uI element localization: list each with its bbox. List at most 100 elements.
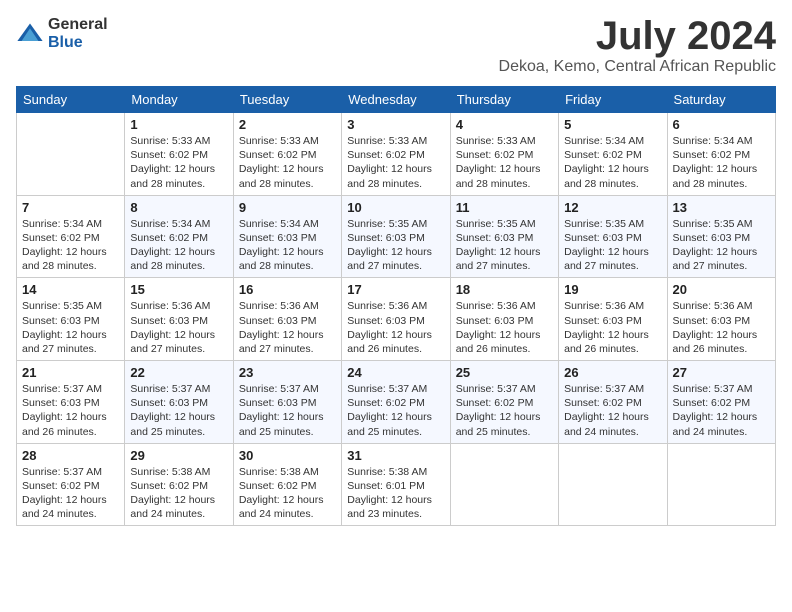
calendar-cell: 23Sunrise: 5:37 AM Sunset: 6:03 PM Dayli…: [233, 361, 341, 444]
calendar-cell: 8 Sunrise: 5:34 AM Sunset: 6:02 PM Daylig…: [125, 195, 233, 278]
calendar-week-row: 14 Sunrise: 5:35 AM Sunset: 6:03 PM Dayli…: [17, 278, 776, 361]
day-info: Sunrise: 5:35 AM Sunset: 6:03 PM Dayligh…: [564, 217, 661, 274]
day-number: 26: [564, 365, 661, 380]
day-info: Sunrise: 5:37 AM Sunset: 6:03 PM Dayligh…: [22, 382, 119, 439]
day-number: 11: [456, 200, 553, 215]
day-number: 1: [130, 117, 227, 132]
day-info: Sunrise: 5:36 AM Sunset: 6:03 PM Dayligh…: [456, 299, 553, 356]
calendar-cell: [450, 443, 558, 526]
calendar-table: SundayMondayTuesdayWednesdayThursdayFrid…: [16, 86, 776, 526]
calendar-cell: 3 Sunrise: 5:33 AM Sunset: 6:02 PM Daylig…: [342, 113, 450, 196]
day-number: 6: [673, 117, 770, 132]
weekday-header-friday: Friday: [559, 87, 667, 113]
day-number: 5: [564, 117, 661, 132]
day-number: 24: [347, 365, 444, 380]
day-info: Sunrise: 5:34 AM Sunset: 6:02 PM Dayligh…: [22, 217, 119, 274]
calendar-cell: 13Sunrise: 5:35 AM Sunset: 6:03 PM Dayli…: [667, 195, 775, 278]
calendar-week-row: 21 Sunrise: 5:37 AM Sunset: 6:03 PM Dayli…: [17, 361, 776, 444]
calendar-cell: 9 Sunrise: 5:34 AM Sunset: 6:03 PM Daylig…: [233, 195, 341, 278]
day-info: Sunrise: 5:35 AM Sunset: 6:03 PM Dayligh…: [673, 217, 770, 274]
calendar-cell: 22Sunrise: 5:37 AM Sunset: 6:03 PM Dayli…: [125, 361, 233, 444]
page-header: General Blue July 2024 Dekoa, Kemo, Cent…: [16, 16, 776, 76]
day-info: Sunrise: 5:33 AM Sunset: 6:02 PM Dayligh…: [239, 134, 336, 191]
day-number: 2: [239, 117, 336, 132]
weekday-header-monday: Monday: [125, 87, 233, 113]
calendar-cell: 5 Sunrise: 5:34 AM Sunset: 6:02 PM Daylig…: [559, 113, 667, 196]
location-title: Dekoa, Kemo, Central African Republic: [499, 58, 776, 76]
calendar-cell: 10 Sunrise: 5:35 AM Sunset: 6:03 PM Dayli…: [342, 195, 450, 278]
day-info: Sunrise: 5:34 AM Sunset: 6:02 PM Dayligh…: [564, 134, 661, 191]
day-info: Sunrise: 5:38 AM Sunset: 6:02 PM Dayligh…: [239, 465, 336, 522]
day-info: Sunrise: 5:36 AM Sunset: 6:03 PM Dayligh…: [673, 299, 770, 356]
day-number: 16: [239, 282, 336, 297]
calendar-cell: 31Sunrise: 5:38 AM Sunset: 6:01 PM Dayli…: [342, 443, 450, 526]
calendar-cell: [667, 443, 775, 526]
day-info: Sunrise: 5:34 AM Sunset: 6:03 PM Dayligh…: [239, 217, 336, 274]
calendar-cell: 12 Sunrise: 5:35 AM Sunset: 6:03 PM Dayli…: [559, 195, 667, 278]
calendar-cell: 1Sunrise: 5:33 AM Sunset: 6:02 PM Daylig…: [125, 113, 233, 196]
day-number: 18: [456, 282, 553, 297]
day-info: Sunrise: 5:35 AM Sunset: 6:03 PM Dayligh…: [456, 217, 553, 274]
day-number: 22: [130, 365, 227, 380]
calendar-cell: 11 Sunrise: 5:35 AM Sunset: 6:03 PM Dayli…: [450, 195, 558, 278]
day-info: Sunrise: 5:33 AM Sunset: 6:02 PM Dayligh…: [347, 134, 444, 191]
day-info: Sunrise: 5:35 AM Sunset: 6:03 PM Dayligh…: [22, 299, 119, 356]
day-number: 31: [347, 448, 444, 463]
weekday-header-wednesday: Wednesday: [342, 87, 450, 113]
day-number: 21: [22, 365, 119, 380]
day-info: Sunrise: 5:36 AM Sunset: 6:03 PM Dayligh…: [130, 299, 227, 356]
day-number: 8: [130, 200, 227, 215]
calendar-cell: 24 Sunrise: 5:37 AM Sunset: 6:02 PM Dayli…: [342, 361, 450, 444]
day-info: Sunrise: 5:34 AM Sunset: 6:02 PM Dayligh…: [130, 217, 227, 274]
day-info: Sunrise: 5:34 AM Sunset: 6:02 PM Dayligh…: [673, 134, 770, 191]
day-number: 29: [130, 448, 227, 463]
day-number: 27: [673, 365, 770, 380]
calendar-week-row: 1 Sunrise: 5:33 AM Sunset: 6:02 PM Daylig…: [17, 113, 776, 196]
day-number: 3: [347, 117, 444, 132]
calendar-cell: 6 Sunrise: 5:34 AM Sunset: 6:02 PM Daylig…: [667, 113, 775, 196]
logo-blue: Blue: [48, 34, 108, 52]
weekday-header-sunday: Sunday: [17, 87, 125, 113]
day-number: 15: [130, 282, 227, 297]
calendar-cell: 30 Sunrise: 5:38 AM Sunset: 6:02 PM Dayli…: [233, 443, 341, 526]
calendar-cell: 14 Sunrise: 5:35 AM Sunset: 6:03 PM Dayli…: [17, 278, 125, 361]
day-number: 10: [347, 200, 444, 215]
day-number: 25: [456, 365, 553, 380]
calendar-cell: 26 Sunrise: 5:37 AM Sunset: 6:02 PM Dayli…: [559, 361, 667, 444]
calendar-cell: 7 Sunrise: 5:34 AM Sunset: 6:02 PM Daylig…: [17, 195, 125, 278]
day-info: Sunrise: 5:35 AM Sunset: 6:03 PM Dayligh…: [347, 217, 444, 274]
logo-general: General: [48, 16, 108, 34]
day-number: 28: [22, 448, 119, 463]
weekday-header-tuesday: Tuesday: [233, 87, 341, 113]
day-number: 23: [239, 365, 336, 380]
day-number: 19: [564, 282, 661, 297]
day-info: Sunrise: 5:37 AM Sunset: 6:02 PM Dayligh…: [347, 382, 444, 439]
logo: General Blue: [16, 16, 108, 51]
calendar-week-row: 28Sunrise: 5:37 AM Sunset: 6:02 PM Dayli…: [17, 443, 776, 526]
calendar-week-row: 7 Sunrise: 5:34 AM Sunset: 6:02 PM Daylig…: [17, 195, 776, 278]
weekday-header-saturday: Saturday: [667, 87, 775, 113]
calendar-cell: 15 Sunrise: 5:36 AM Sunset: 6:03 PM Dayli…: [125, 278, 233, 361]
calendar-cell: 20 Sunrise: 5:36 AM Sunset: 6:03 PM Dayli…: [667, 278, 775, 361]
day-number: 17: [347, 282, 444, 297]
title-area: July 2024 Dekoa, Kemo, Central African R…: [499, 16, 776, 76]
calendar-cell: 21 Sunrise: 5:37 AM Sunset: 6:03 PM Dayli…: [17, 361, 125, 444]
day-number: 20: [673, 282, 770, 297]
day-info: Sunrise: 5:37 AM Sunset: 6:02 PM Dayligh…: [456, 382, 553, 439]
day-info: Sunrise: 5:37 AM Sunset: 6:02 PM Dayligh…: [564, 382, 661, 439]
calendar-cell: 2 Sunrise: 5:33 AM Sunset: 6:02 PM Daylig…: [233, 113, 341, 196]
day-info: Sunrise: 5:36 AM Sunset: 6:03 PM Dayligh…: [239, 299, 336, 356]
day-number: 4: [456, 117, 553, 132]
calendar-cell: [17, 113, 125, 196]
calendar-cell: 18 Sunrise: 5:36 AM Sunset: 6:03 PM Dayli…: [450, 278, 558, 361]
logo-icon: [16, 20, 44, 48]
day-number: 30: [239, 448, 336, 463]
day-number: 14: [22, 282, 119, 297]
day-info: Sunrise: 5:36 AM Sunset: 6:03 PM Dayligh…: [347, 299, 444, 356]
calendar-cell: 25 Sunrise: 5:37 AM Sunset: 6:02 PM Dayli…: [450, 361, 558, 444]
day-number: 7: [22, 200, 119, 215]
day-info: Sunrise: 5:36 AM Sunset: 6:03 PM Dayligh…: [564, 299, 661, 356]
day-number: 12: [564, 200, 661, 215]
calendar-cell: 28Sunrise: 5:37 AM Sunset: 6:02 PM Dayli…: [17, 443, 125, 526]
day-number: 9: [239, 200, 336, 215]
